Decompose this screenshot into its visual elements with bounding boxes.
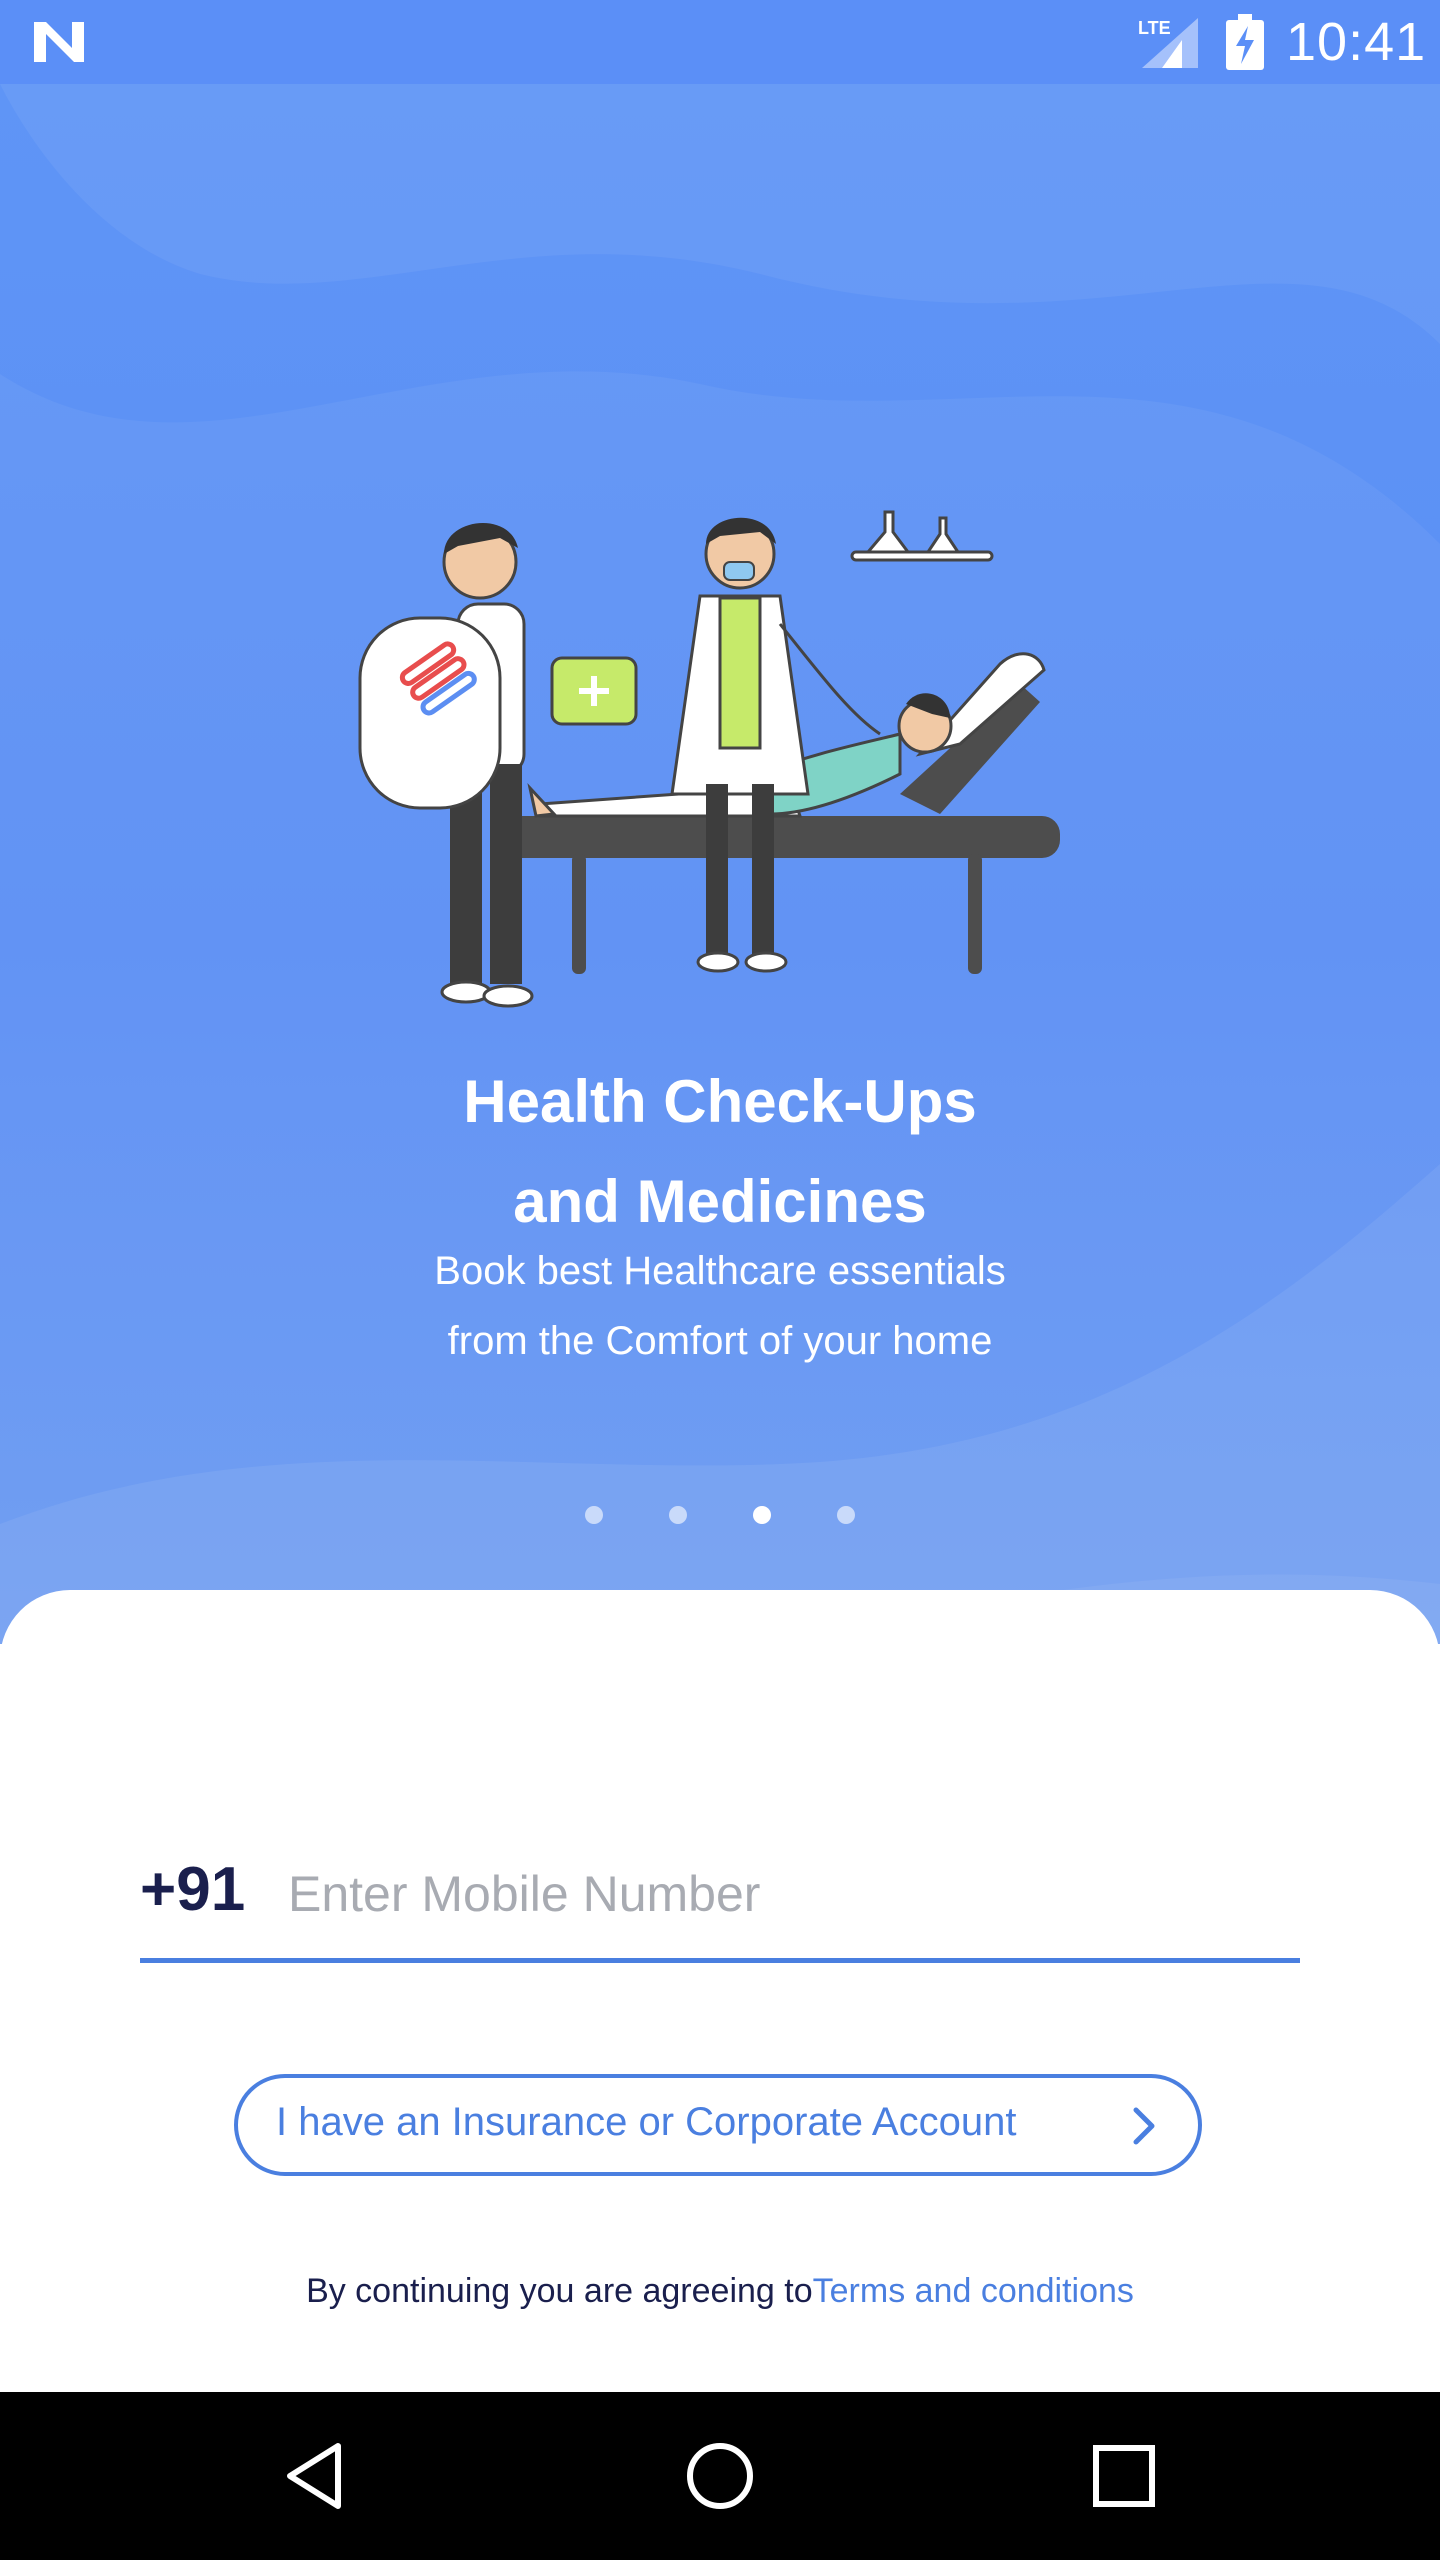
- terms-link[interactable]: Terms and conditions: [813, 2272, 1134, 2310]
- input-underline: [140, 1958, 1300, 1963]
- mobile-number-input[interactable]: [286, 1848, 1270, 1940]
- status-bar: LTE 10:41: [0, 0, 1440, 84]
- home-icon[interactable]: [680, 2436, 760, 2516]
- recents-icon[interactable]: [1084, 2436, 1164, 2516]
- pagination-dot[interactable]: [585, 1506, 603, 1524]
- back-icon[interactable]: [276, 2436, 356, 2516]
- pagination-dot-active[interactable]: [753, 1506, 771, 1524]
- chevron-right-icon: [1133, 2107, 1155, 2145]
- carousel-pagination: [0, 1494, 1440, 1534]
- onboarding-title-line1: Health Check-Ups: [463, 1068, 977, 1135]
- insurance-button-label: I have an Insurance or Corporate Account: [276, 2100, 1017, 2144]
- pagination-dot[interactable]: [837, 1506, 855, 1524]
- battery-charging-icon: [1226, 14, 1264, 70]
- healthcare-illustration: [358, 510, 1060, 1008]
- navigation-bar: [0, 2392, 1440, 2560]
- country-code[interactable]: +91: [140, 1854, 245, 1925]
- lte-signal-icon: LTE: [1138, 18, 1198, 68]
- onboarding-carousel[interactable]: Health Check-Ups and Medicines Book best…: [0, 84, 1440, 1644]
- network-type-label: LTE: [1138, 18, 1171, 38]
- onboarding-subtitle-line2: from the Comfort of your home: [447, 1319, 993, 1363]
- onboarding-subtitle-line1: Book best Healthcare essentials: [434, 1249, 1006, 1293]
- phone-number-row: +91: [140, 1840, 1300, 1970]
- pagination-dot[interactable]: [669, 1506, 687, 1524]
- n-logo-icon: [34, 22, 84, 62]
- terms-prefix: By continuing you are agreeing to: [306, 2272, 813, 2310]
- terms-notice: By continuing you are agreeing toTerms a…: [0, 2272, 1440, 2311]
- status-time: 10:41: [1286, 12, 1427, 72]
- insurance-corporate-account-button[interactable]: I have an Insurance or Corporate Account: [234, 2074, 1202, 2176]
